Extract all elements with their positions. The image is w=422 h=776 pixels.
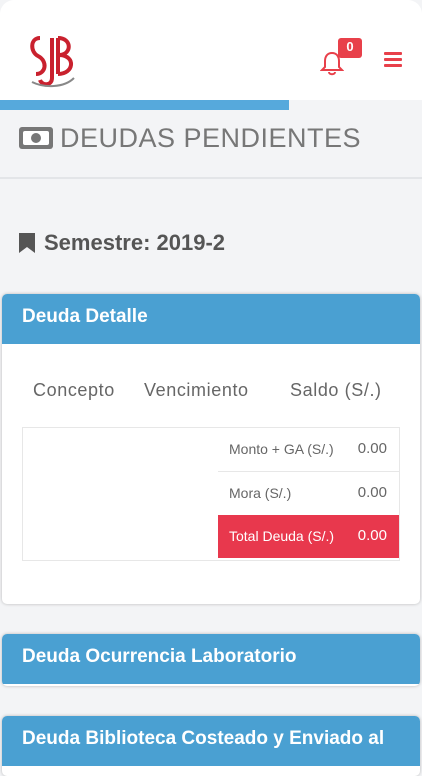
deuda-laboratorio-header[interactable]: Deuda Ocurrencia Laboratorio xyxy=(2,634,420,684)
page-title-text: DEUDAS PENDIENTES xyxy=(60,122,362,153)
deuda-biblioteca-card: Deuda Biblioteca Costeado y Enviado al xyxy=(2,716,420,776)
table-row: Monto + GA (S/.) 0.00 xyxy=(218,428,399,471)
hamburger-menu-icon[interactable] xyxy=(384,52,402,68)
row-label: Monto + GA (S/.) xyxy=(229,441,334,457)
column-header-saldo: Saldo (S/.) xyxy=(290,380,382,400)
deuda-laboratorio-card: Deuda Ocurrencia Laboratorio xyxy=(2,634,420,686)
semester-label: Semestre: 2019-2 xyxy=(44,230,226,255)
deuda-detalle-card: Deuda Detalle Concepto Vencimiento Saldo… xyxy=(2,294,420,604)
progress-bar-fill xyxy=(0,100,290,110)
notification-count-badge: 0 xyxy=(338,38,362,58)
sjb-logo[interactable] xyxy=(24,30,80,90)
money-bill-icon xyxy=(19,127,53,149)
table-row: Mora (S/.) 0.00 xyxy=(218,471,399,515)
total-label: Total Deuda (S/.) xyxy=(229,528,335,544)
row-value: 0.00 xyxy=(357,484,387,501)
page-title: DEUDAS PENDIENTES xyxy=(18,120,361,156)
debt-summary-table: Monto + GA (S/.) 0.00 Mora (S/.) 0.00 To… xyxy=(22,427,400,561)
semester-heading: Semestre: 2019-2 xyxy=(18,230,225,256)
app-header: 0 xyxy=(0,0,422,100)
progress-bar xyxy=(0,100,422,110)
total-value: 0.00 xyxy=(357,527,387,544)
column-header-concepto: Concepto xyxy=(33,380,115,400)
deuda-detalle-header[interactable]: Deuda Detalle xyxy=(2,294,420,344)
divider xyxy=(0,177,422,179)
row-value: 0.00 xyxy=(357,440,387,457)
column-header-vencimiento: Vencimiento xyxy=(144,380,249,400)
deuda-biblioteca-header[interactable]: Deuda Biblioteca Costeado y Enviado al xyxy=(2,716,420,766)
total-row: Total Deuda (S/.) 0.00 xyxy=(218,515,399,558)
bookmark-icon xyxy=(19,233,35,253)
row-label: Mora (S/.) xyxy=(229,485,292,501)
